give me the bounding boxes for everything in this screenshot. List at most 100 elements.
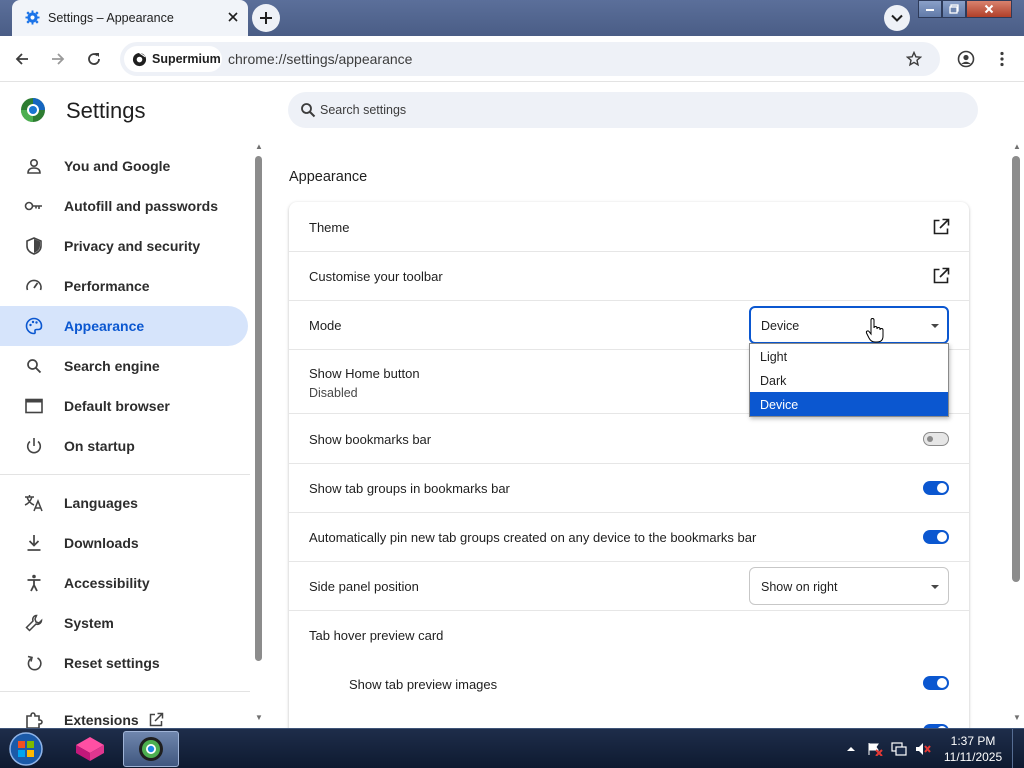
- sidebar-item-label: Autofill and passwords: [64, 198, 219, 214]
- sidebar-item-label: Search engine: [64, 358, 160, 374]
- translate-icon: [24, 493, 44, 513]
- menu-button[interactable]: [989, 46, 1015, 72]
- show-tab-preview-images-toggle[interactable]: [923, 676, 949, 690]
- auto-pin-toggle[interactable]: [923, 530, 949, 544]
- mode-option-light[interactable]: Light: [750, 344, 948, 368]
- appearance-settings-card: Theme Customise your toolbar Mode Device…: [289, 202, 969, 732]
- sidebar-item-appearance[interactable]: Appearance: [0, 306, 248, 346]
- show-tab-preview-images-label: Show tab preview images: [349, 677, 498, 692]
- network-icon[interactable]: [891, 742, 907, 756]
- url-text[interactable]: chrome://settings/appearance: [228, 51, 412, 67]
- show-desktop-button[interactable]: [1012, 729, 1024, 768]
- sidebar-item-privacy[interactable]: Privacy and security: [0, 226, 248, 266]
- search-settings-input[interactable]: Search settings: [288, 92, 978, 128]
- download-icon: [24, 533, 44, 553]
- windows-taskbar: 1:37 PM 11/11/2025: [0, 728, 1024, 768]
- sidebar-scrollbar-thumb[interactable]: [255, 156, 262, 661]
- sidebar-item-label: Performance: [64, 278, 150, 294]
- auto-pin-row[interactable]: Automatically pin new tab groups created…: [289, 513, 969, 562]
- page-title: Settings: [66, 98, 146, 123]
- sidebar-item-default-browser[interactable]: Default browser: [0, 386, 248, 426]
- show-bookmarks-bar-row[interactable]: Show bookmarks bar: [289, 414, 969, 464]
- sidebar-item-label: Extensions: [64, 712, 139, 728]
- shield-icon: [24, 236, 44, 256]
- start-button-icon[interactable]: [6, 731, 46, 767]
- show-tab-groups-toggle[interactable]: [923, 481, 949, 495]
- sidebar-item-autofill[interactable]: Autofill and passwords: [0, 186, 248, 226]
- mode-option-device[interactable]: Device: [750, 392, 948, 416]
- address-bar[interactable]: Supermium chrome://settings/appearance: [120, 42, 940, 76]
- auto-pin-label: Automatically pin new tab groups created…: [309, 530, 757, 545]
- sidebar-scroll-down-arrow[interactable]: ▼: [254, 714, 264, 722]
- show-bookmarks-bar-toggle[interactable]: [923, 432, 949, 446]
- sidebar-item-accessibility[interactable]: Accessibility: [0, 563, 248, 603]
- show-tab-preview-images-row[interactable]: Show tab preview images: [289, 660, 969, 708]
- reload-icon: [88, 53, 100, 65]
- back-button[interactable]: [9, 46, 35, 72]
- side-panel-position-row: Side panel position Show on right: [289, 562, 969, 611]
- key-icon: [24, 196, 44, 216]
- theme-row[interactable]: Theme: [289, 202, 969, 252]
- new-tab-button[interactable]: [252, 4, 280, 32]
- sidebar-item-label: Accessibility: [64, 575, 150, 591]
- close-icon: [984, 4, 994, 14]
- close-window-button[interactable]: [966, 0, 1012, 18]
- minimize-icon: [926, 9, 934, 11]
- action-center-flag-icon[interactable]: [867, 742, 883, 756]
- window-controls: [918, 0, 1012, 18]
- show-hidden-icons-arrow-icon[interactable]: [846, 745, 856, 753]
- sidebar-item-system[interactable]: System: [0, 603, 248, 643]
- mode-select[interactable]: Device: [749, 306, 949, 344]
- power-icon: [24, 436, 44, 456]
- accessibility-icon: [24, 573, 44, 593]
- mode-option-dark[interactable]: Dark: [750, 368, 948, 392]
- open-in-new-icon[interactable]: [932, 218, 950, 236]
- plus-icon: [260, 12, 272, 24]
- mode-select-value: Device: [761, 319, 800, 333]
- customise-toolbar-row[interactable]: Customise your toolbar: [289, 252, 969, 301]
- section-title-appearance: Appearance: [289, 169, 368, 185]
- taskbar-app-supermium[interactable]: [123, 731, 179, 767]
- sidebar-item-you-and-google[interactable]: You and Google: [0, 146, 248, 186]
- bookmark-star-button[interactable]: [902, 47, 926, 71]
- minimize-button[interactable]: [918, 0, 942, 18]
- profile-button[interactable]: [953, 46, 979, 72]
- maximize-button[interactable]: [942, 0, 966, 18]
- browser-tab-settings[interactable]: Settings – Appearance: [12, 0, 248, 36]
- more-vert-icon: [1000, 51, 1004, 67]
- forward-button[interactable]: [45, 46, 71, 72]
- taskbar-clock[interactable]: 1:37 PM 11/11/2025: [942, 733, 1004, 765]
- sidebar-item-reset-settings[interactable]: Reset settings: [0, 643, 248, 683]
- speedometer-icon: [24, 276, 44, 296]
- taskbar-app-cube[interactable]: [62, 731, 118, 767]
- side-panel-select-value: Show on right: [761, 580, 838, 594]
- open-in-new-icon[interactable]: [932, 267, 950, 285]
- main-scroll-up-arrow[interactable]: ▲: [1012, 143, 1022, 151]
- site-info-chip[interactable]: Supermium: [124, 46, 222, 72]
- side-panel-position-select[interactable]: Show on right: [749, 567, 949, 605]
- main-scrollbar-thumb[interactable]: [1012, 156, 1020, 582]
- pink-cube-app-icon: [76, 737, 104, 761]
- chevron-down-icon: [891, 14, 903, 22]
- reload-button[interactable]: [81, 46, 107, 72]
- sidebar-item-on-startup[interactable]: On startup: [0, 426, 248, 466]
- tab-search-button[interactable]: [884, 5, 910, 31]
- sidebar-item-performance[interactable]: Performance: [0, 266, 248, 306]
- close-tab-icon[interactable]: [226, 10, 240, 24]
- sidebar-scroll-up-arrow[interactable]: ▲: [254, 143, 264, 151]
- clock-time: 1:37 PM: [950, 734, 996, 748]
- sidebar-item-languages[interactable]: Languages: [0, 483, 248, 523]
- search-icon: [24, 356, 44, 376]
- volume-muted-icon[interactable]: [915, 742, 931, 756]
- clock-date: 11/11/2025: [943, 750, 1003, 764]
- sidebar-item-search-engine[interactable]: Search engine: [0, 346, 248, 386]
- main-scroll-down-arrow[interactable]: ▼: [1012, 714, 1022, 722]
- sidebar-item-downloads[interactable]: Downloads: [0, 523, 248, 563]
- person-icon: [24, 156, 44, 176]
- hand-cursor-icon: [865, 318, 884, 343]
- show-tab-groups-row[interactable]: Show tab groups in bookmarks bar: [289, 464, 969, 513]
- tab-hover-preview-label: Tab hover preview card: [309, 628, 444, 643]
- sidebar-item-label: You and Google: [64, 158, 171, 174]
- browser-window-icon: [24, 396, 44, 416]
- show-bookmarks-bar-label: Show bookmarks bar: [309, 432, 432, 447]
